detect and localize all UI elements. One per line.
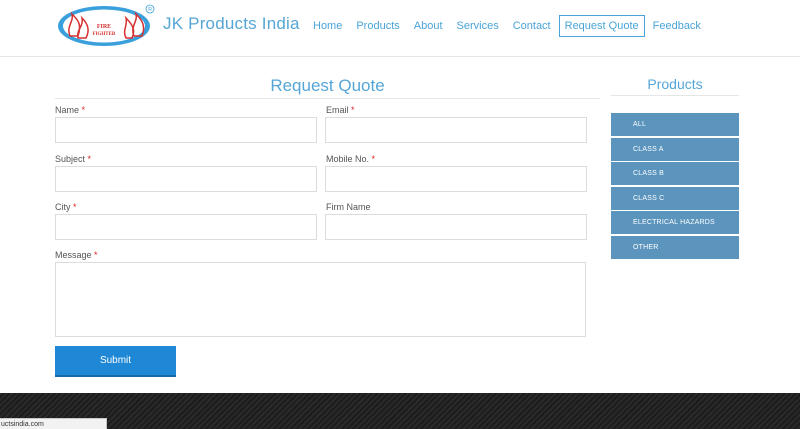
city-label: City * — [55, 202, 77, 212]
svg-text:FIRE: FIRE — [97, 24, 111, 30]
required-mark: * — [87, 154, 92, 164]
mobile-label: Mobile No. * — [326, 154, 376, 164]
nav-home[interactable]: Home — [307, 15, 348, 37]
svg-text:R: R — [148, 7, 152, 13]
nav-services[interactable]: Services — [451, 15, 505, 37]
required-mark: * — [351, 105, 355, 115]
site-footer — [0, 393, 800, 429]
name-label: Name * — [55, 105, 86, 115]
subject-label: Subject * — [55, 154, 92, 164]
city-field[interactable] — [55, 214, 317, 240]
fire-fighter-logo[interactable]: FIRE FIGHTER R — [56, 4, 156, 48]
mobile-field[interactable] — [325, 166, 587, 192]
sidebar-item-class-c[interactable]: CLASS C — [611, 186, 739, 210]
svg-text:FIGHTER: FIGHTER — [92, 32, 115, 37]
firm-name-field[interactable] — [325, 214, 587, 240]
nav-about[interactable]: About — [408, 15, 449, 37]
required-mark: * — [81, 105, 86, 115]
brand-name[interactable]: JK Products India — [163, 14, 300, 34]
nav-products[interactable]: Products — [350, 15, 405, 37]
required-mark: * — [371, 154, 376, 164]
name-field[interactable] — [55, 117, 317, 143]
sidebar-item-other[interactable]: OTHER — [611, 235, 739, 259]
sidebar-item-electrical-hazards[interactable]: ELECTRICAL HAZARDS — [611, 211, 739, 234]
required-mark: * — [94, 250, 98, 260]
message-label: Message * — [55, 250, 98, 260]
nav-contact[interactable]: Contact — [507, 15, 557, 37]
subject-field[interactable] — [55, 166, 317, 192]
sidebar-item-class-a[interactable]: CLASS A — [611, 137, 739, 161]
main-nav: Home Products About Services Contact Req… — [307, 15, 709, 37]
required-mark: * — [73, 202, 77, 212]
email-label: Email * — [326, 105, 355, 115]
email-field[interactable] — [325, 117, 587, 143]
products-sidebar: ALL CLASS A CLASS B CLASS C ELECTRICAL H… — [611, 113, 739, 260]
sidebar-title: Products — [611, 76, 739, 96]
firm-name-label: Firm Name — [326, 202, 371, 212]
message-field[interactable] — [55, 262, 586, 337]
page-title: Request Quote — [55, 76, 600, 99]
status-bar-url: uctsindia.com — [0, 418, 107, 429]
nav-request-quote[interactable]: Request Quote — [558, 15, 645, 37]
submit-button[interactable]: Submit — [55, 346, 176, 377]
nav-feedback[interactable]: Feedback — [647, 15, 707, 37]
sidebar-item-class-b[interactable]: CLASS B — [611, 162, 739, 185]
sidebar-item-all[interactable]: ALL — [611, 113, 739, 136]
site-header: FIRE FIGHTER R JK Products India Home Pr… — [0, 0, 800, 57]
